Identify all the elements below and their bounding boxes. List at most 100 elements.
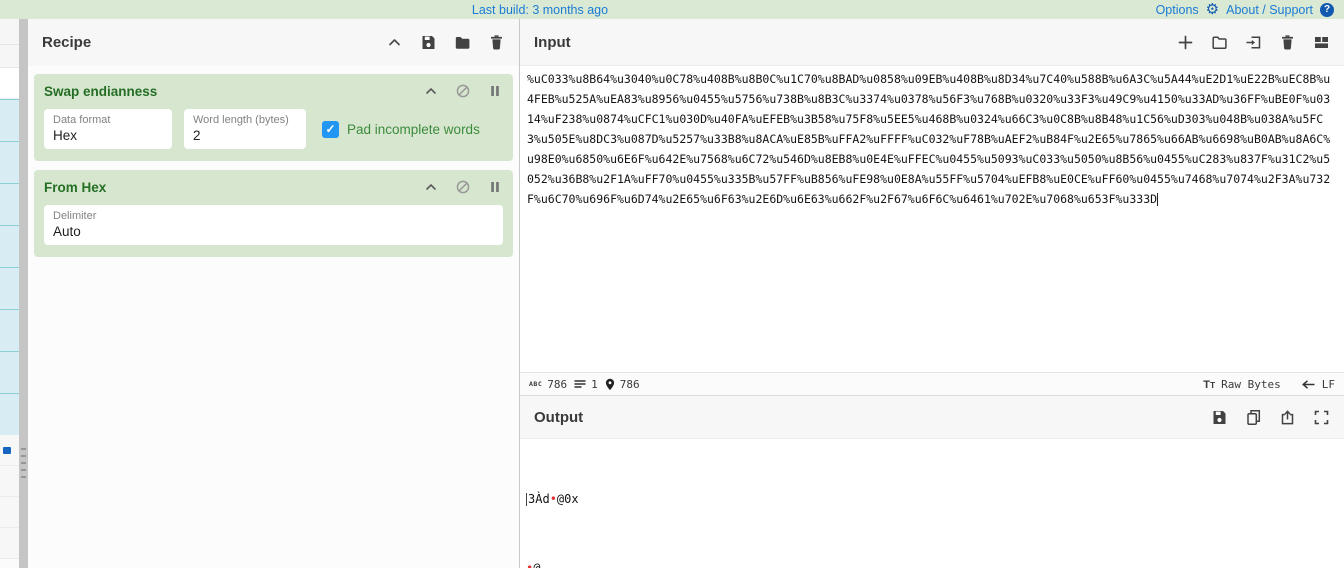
char-count-group: ABC 786 xyxy=(529,378,567,391)
operation-header: Swap endianness xyxy=(44,83,503,99)
operations-search-edge[interactable] xyxy=(0,19,19,45)
save-output-icon[interactable] xyxy=(1211,409,1228,426)
char-count-icon: ABC xyxy=(529,380,542,388)
char-count-value: 786 xyxy=(547,378,567,391)
about-support-link[interactable]: About / Support xyxy=(1226,3,1313,17)
collapse-op-icon[interactable] xyxy=(423,83,439,99)
panel-resize-divider[interactable] xyxy=(19,19,28,568)
operation-icon xyxy=(3,447,11,454)
options-link[interactable]: Options xyxy=(1156,3,1199,17)
operation-name: Swap endianness xyxy=(44,84,157,99)
line-count-group: 1 xyxy=(574,378,598,391)
open-output-in-tab-icon[interactable] xyxy=(1279,409,1296,426)
eol-arrow-icon[interactable] xyxy=(1301,379,1316,390)
favourite-op-edge[interactable] xyxy=(0,99,19,141)
arg-value: Hex xyxy=(53,128,163,143)
arg-value: Auto xyxy=(53,224,494,239)
operations-row-edge[interactable] xyxy=(0,466,19,497)
recipe-title: Recipe xyxy=(42,34,91,51)
io-panel: Input %uC033%u8B64%u3040%u0C78%u408B%u8B… xyxy=(520,19,1344,568)
operation-icons xyxy=(423,83,503,99)
input-text-content: %uC033%u8B64%u3040%u0C78%u408B%u8B0C%u1C… xyxy=(527,72,1330,206)
favourite-op-edge[interactable] xyxy=(0,351,19,393)
line-count-icon xyxy=(574,379,586,389)
collapse-op-icon[interactable] xyxy=(423,179,439,195)
breakpoint-icon[interactable] xyxy=(487,83,503,99)
operations-list-edge xyxy=(0,19,19,568)
checkbox-checked-icon[interactable]: ✓ xyxy=(322,121,339,138)
recipe-panel: Recipe Swap endianness xyxy=(28,19,520,568)
operation-header: From Hex xyxy=(44,179,503,195)
maximise-output-icon[interactable] xyxy=(1313,409,1330,426)
view-grid-icon[interactable] xyxy=(1313,34,1330,51)
top-banner: Last build: 3 months ago Options ⚙ About… xyxy=(0,0,1344,19)
operation-swap-endianness[interactable]: Swap endianness Data format Hex xyxy=(34,74,513,161)
cursor-position-group: 786 xyxy=(605,378,640,391)
operations-row-edge[interactable] xyxy=(0,528,19,559)
load-recipe-icon[interactable] xyxy=(454,34,471,51)
arg-label: Delimiter xyxy=(53,210,494,222)
banner-links: Options ⚙ About / Support ? xyxy=(1156,2,1344,17)
operation-args: Data format Hex Word length (bytes) 2 ✓ … xyxy=(44,109,503,149)
help-icon[interactable]: ? xyxy=(1320,3,1334,17)
add-input-tab-icon[interactable] xyxy=(1177,34,1194,51)
operations-row-edge[interactable] xyxy=(0,45,19,68)
input-footer: ABC 786 1 786 TT Raw Bytes LF xyxy=(520,372,1344,395)
disable-op-icon[interactable] xyxy=(455,83,471,99)
recipe-header-icons xyxy=(386,34,505,51)
cyberchef-app: Last build: 3 months ago Options ⚙ About… xyxy=(0,0,1344,568)
output-header-icons xyxy=(1211,409,1330,426)
text-cursor xyxy=(1157,193,1158,206)
input-footer-right: TT Raw Bytes LF xyxy=(1203,378,1335,391)
clear-recipe-icon[interactable] xyxy=(488,34,505,51)
operation-name: From Hex xyxy=(44,180,106,195)
input-textarea[interactable]: %uC033%u8B64%u3040%u0C78%u408B%u8B0C%u1C… xyxy=(520,66,1344,372)
favourite-op-edge[interactable] xyxy=(0,183,19,225)
open-folder-icon[interactable] xyxy=(1211,34,1228,51)
grip-dots-icon xyxy=(21,448,26,482)
line-count-value: 1 xyxy=(591,378,598,391)
input-title: Input xyxy=(534,34,571,51)
operation-args: Delimiter Auto xyxy=(44,205,503,245)
arg-label: Data format xyxy=(53,114,163,126)
cursor-position-value: 786 xyxy=(620,378,640,391)
checkbox-label: Pad incomplete words xyxy=(347,122,480,137)
save-recipe-icon[interactable] xyxy=(420,34,437,51)
word-length-field[interactable]: Word length (bytes) 2 xyxy=(184,109,306,149)
disable-op-icon[interactable] xyxy=(455,179,471,195)
operations-row-edge[interactable] xyxy=(0,68,19,99)
open-file-as-input-icon[interactable] xyxy=(1245,34,1262,51)
output-textarea: 3Àd•@0x •@ •pFS••XBSë •@4•@|•X<jDZÑâ+â•ì… xyxy=(520,439,1344,568)
favourite-op-edge[interactable] xyxy=(0,309,19,351)
clear-input-icon[interactable] xyxy=(1279,34,1296,51)
data-format-select[interactable]: Data format Hex xyxy=(44,109,172,149)
character-encoding-icon[interactable]: TT xyxy=(1203,378,1215,391)
operation-icons xyxy=(423,179,503,195)
output-title: Output xyxy=(534,409,583,426)
eol-value[interactable]: LF xyxy=(1322,378,1335,391)
operations-row-edge[interactable] xyxy=(0,497,19,528)
input-header: Input xyxy=(520,19,1344,66)
collapse-recipe-icon[interactable] xyxy=(386,34,403,51)
recipe-list: Swap endianness Data format Hex xyxy=(28,66,519,568)
operation-from-hex[interactable]: From Hex Delimiter Auto xyxy=(34,170,513,257)
main-area: Recipe Swap endianness xyxy=(0,19,1344,568)
breakpoint-icon[interactable] xyxy=(487,179,503,195)
recipe-header: Recipe xyxy=(28,19,519,66)
delimiter-select[interactable]: Delimiter Auto xyxy=(44,205,503,245)
last-build-status: Last build: 3 months ago xyxy=(400,3,680,17)
pad-incomplete-words-checkbox[interactable]: ✓ Pad incomplete words xyxy=(322,121,480,138)
cursor-position-icon xyxy=(605,378,615,391)
output-line: 3Àd•@0x xyxy=(526,488,1338,511)
input-header-icons xyxy=(1177,34,1330,51)
character-encoding-value[interactable]: Raw Bytes xyxy=(1221,378,1281,391)
favourite-op-edge[interactable] xyxy=(0,225,19,267)
arg-label: Word length (bytes) xyxy=(193,114,297,126)
gear-icon[interactable]: ⚙ xyxy=(1206,2,1219,17)
arg-value: 2 xyxy=(193,128,297,143)
favourite-op-edge[interactable] xyxy=(0,141,19,183)
output-header: Output xyxy=(520,395,1344,439)
favourite-op-edge[interactable] xyxy=(0,267,19,309)
copy-output-icon[interactable] xyxy=(1245,409,1262,426)
favourite-op-edge[interactable] xyxy=(0,393,19,435)
